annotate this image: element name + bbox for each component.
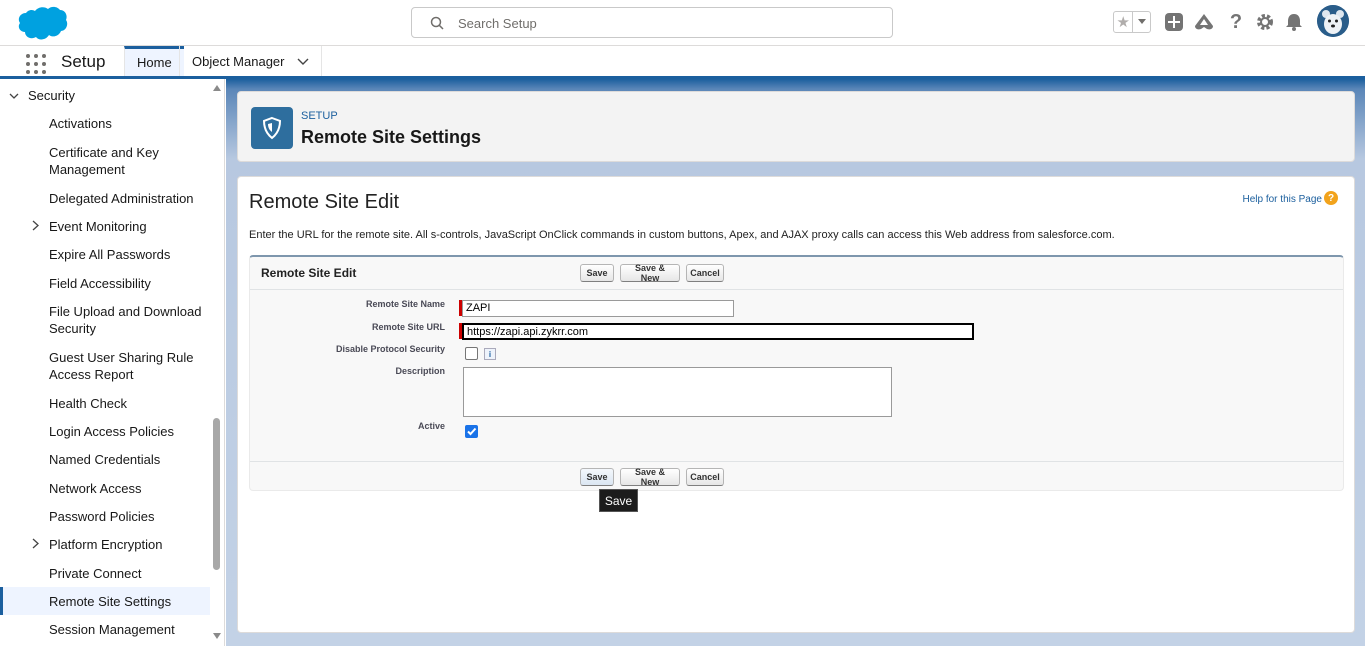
sidebar-item-label: Network Access xyxy=(49,481,142,496)
sidebar-item-private-connect[interactable]: Private Connect xyxy=(0,565,210,582)
sidebar-item-field-accessibility[interactable]: Field Accessibility xyxy=(0,275,210,292)
tab-home[interactable]: Home xyxy=(124,46,184,76)
active-label: Active xyxy=(417,421,445,431)
edit-title: Remote Site Edit xyxy=(249,191,400,213)
help-link[interactable]: Help for this Page xyxy=(1243,194,1323,205)
scrollbar-thumb[interactable] xyxy=(213,418,220,570)
search-icon xyxy=(430,16,444,30)
remote-site-name-field[interactable]: ZAPI xyxy=(462,300,734,317)
disable-protocol-security-label: Disable Protocol Security xyxy=(335,344,445,354)
sidebar-item-named-credentials[interactable]: Named Credentials xyxy=(0,451,210,468)
global-header: ★ ? xyxy=(0,0,1365,46)
sidebar-item-platform-encryption[interactable]: Platform Encryption xyxy=(0,536,210,553)
trailhead-icon[interactable] xyxy=(1194,12,1214,32)
salesforce-logo[interactable] xyxy=(12,5,68,43)
sidebar-item-label: Platform Encryption xyxy=(49,537,163,552)
sidebar-item-health-check[interactable]: Health Check xyxy=(0,395,210,412)
scroll-down-arrow-icon[interactable] xyxy=(213,633,221,639)
sidebar-item-password-policies[interactable]: Password Policies xyxy=(0,508,210,525)
help-icon[interactable]: ? xyxy=(1226,11,1246,33)
tab-object-manager-label: Object Manager xyxy=(192,53,285,69)
remote-site-name-label: Remote Site Name xyxy=(365,299,445,309)
description-label: Description xyxy=(395,366,445,376)
page-header: SETUP Remote Site Settings xyxy=(237,91,1355,162)
content-card: Remote Site Edit Help for this Page ? En… xyxy=(237,176,1355,633)
sidebar-item-label: Session Management xyxy=(49,622,175,637)
sidebar-item-session-management[interactable]: Session Management xyxy=(0,621,210,638)
sidebar-item-label: Health Check xyxy=(49,396,128,411)
sidebar-item-label: Login Access Policies xyxy=(49,424,175,439)
search-input[interactable] xyxy=(458,13,878,33)
sidebar-item-activations[interactable]: Activations xyxy=(0,115,210,132)
save-new-button[interactable]: Save & New xyxy=(620,467,680,487)
remote-site-url-field[interactable]: https://zapi.api.zykrr.com xyxy=(462,323,974,340)
active-checkbox[interactable] xyxy=(465,425,478,438)
chevron-down-icon[interactable] xyxy=(297,55,309,67)
sidebar-item-delegated-administration[interactable]: Delegated Administration xyxy=(0,190,210,207)
tab-home-label: Home xyxy=(137,55,172,70)
sidebar-item-label: Event Monitoring xyxy=(49,219,147,234)
sidebar-item-label: File Upload and Download Security xyxy=(49,304,202,336)
sidebar-item-guest-user-sharing-rule-access-report[interactable]: Guest User Sharing Rule Access Report xyxy=(0,349,210,383)
scroll-up-arrow-icon[interactable] xyxy=(213,85,221,91)
checkmark-icon xyxy=(467,427,477,436)
sidebar-item-expire-all-passwords[interactable]: Expire All Passwords xyxy=(0,246,210,263)
sidebar-item-label: Expire All Passwords xyxy=(49,247,171,262)
save-button[interactable]: Save xyxy=(580,468,614,486)
cancel-button[interactable]: Cancel xyxy=(686,468,724,486)
help-icon[interactable]: ? xyxy=(1324,191,1338,205)
save-button[interactable]: Save xyxy=(580,264,614,282)
sidebar-item-label: Guest User Sharing Rule Access Report xyxy=(49,350,194,382)
sidebar-item-event-monitoring[interactable]: Event Monitoring xyxy=(0,218,210,235)
sidebar-item-network-access[interactable]: Network Access xyxy=(0,480,210,497)
setup-sidebar: Security Activations Certificate and Key… xyxy=(0,79,225,646)
gear-icon[interactable] xyxy=(1255,12,1275,32)
sidebar-item-label: Named Credentials xyxy=(49,452,161,467)
shield-icon xyxy=(251,107,293,149)
context-bar: Setup Home Object Manager xyxy=(0,46,1365,79)
disable-protocol-security-checkbox[interactable] xyxy=(465,347,478,360)
star-icon[interactable]: ★ xyxy=(1114,12,1134,32)
page-eyebrow: SETUP xyxy=(301,110,338,122)
save-tooltip: Save xyxy=(599,489,638,512)
cancel-button[interactable]: Cancel xyxy=(686,264,724,282)
save-new-button[interactable]: Save & New xyxy=(620,263,680,283)
page-block-footer: Save Save & New Cancel xyxy=(250,461,1343,493)
favorites-dropdown[interactable] xyxy=(1133,12,1150,32)
sidebar-item-label: Delegated Administration xyxy=(49,191,194,206)
sidebar-section-security[interactable]: Security xyxy=(8,88,75,103)
page-block-header: Remote Site Edit Save Save & New Cancel xyxy=(250,257,1343,290)
edit-page-block: Remote Site Edit Save Save & New Cancel … xyxy=(249,255,1344,491)
page-title: Remote Site Settings xyxy=(301,127,482,147)
sidebar-item-label: Certificate and Key Management xyxy=(49,145,159,177)
description-textarea[interactable] xyxy=(463,367,892,417)
avatar[interactable] xyxy=(1317,5,1349,37)
tab-object-manager[interactable]: Object Manager xyxy=(179,46,322,76)
chevron-down-icon xyxy=(9,93,19,99)
sidebar-item-label: Password Policies xyxy=(49,509,155,524)
sidebar-scrollbar[interactable] xyxy=(211,79,222,646)
sidebar-item-label: Field Accessibility xyxy=(49,276,151,291)
bell-icon[interactable] xyxy=(1284,12,1304,32)
sidebar-item-file-upload-and-download-security[interactable]: File Upload and Download Security xyxy=(0,303,210,337)
plus-icon[interactable] xyxy=(1164,12,1184,32)
sidebar-item-label: Activations xyxy=(49,116,112,131)
sidebar-item-label: Remote Site Settings xyxy=(49,594,172,609)
app-name: Setup xyxy=(61,52,106,71)
info-icon[interactable]: i xyxy=(484,348,496,360)
remote-site-url-label: Remote Site URL xyxy=(371,322,445,332)
sidebar-item-remote-site-settings[interactable]: Remote Site Settings xyxy=(0,587,210,615)
page-block-title: Remote Site Edit xyxy=(261,266,357,280)
sidebar-item-certificate-and-key-management[interactable]: Certificate and Key Management xyxy=(0,144,210,178)
app-launcher-icon[interactable] xyxy=(26,54,46,74)
chevron-right-icon[interactable] xyxy=(30,220,41,231)
favorites-group: ★ xyxy=(1113,11,1151,33)
sidebar-section-label: Security xyxy=(28,88,75,103)
global-search[interactable] xyxy=(411,7,893,38)
chevron-right-icon[interactable] xyxy=(30,538,41,549)
intro-text: Enter the URL for the remote site. All s… xyxy=(249,229,1115,241)
chevron-down-icon xyxy=(1137,19,1146,24)
sidebar-item-login-access-policies[interactable]: Login Access Policies xyxy=(0,423,210,440)
sidebar-item-label: Private Connect xyxy=(49,566,142,581)
